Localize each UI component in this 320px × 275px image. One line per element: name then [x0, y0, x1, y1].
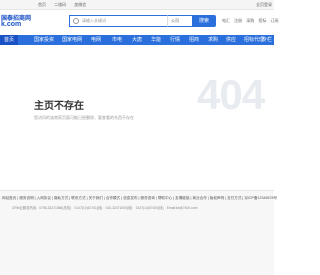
top-link-home[interactable]: 首页	[38, 2, 46, 7]
nav-item[interactable]: 市电	[112, 35, 122, 45]
nav-item[interactable]: 国家电网	[62, 35, 82, 45]
nav-item[interactable]: 专栏	[262, 35, 272, 45]
search-placeholder: 请输入关键词	[82, 18, 106, 23]
search-icon	[73, 18, 79, 24]
footer-link[interactable]: 友情链接	[175, 196, 189, 200]
footer-link[interactable]: 合作模式	[106, 196, 120, 200]
footer-info: CRM云服务热线：0755-32471866(总机) 0147(10)10741…	[12, 206, 198, 210]
quick-link[interactable]: 注册	[234, 18, 242, 23]
footer-link[interactable]: 商业合作	[192, 196, 206, 200]
footer-link[interactable]: 京ICP备12345678号	[244, 196, 277, 200]
footer-links: 网站首页 | 服务说明 | 入网协议 | 隐私方式 | 联系方式 | 关于我们 …	[2, 196, 277, 201]
footer-link[interactable]: 网站首页	[2, 196, 16, 200]
quick-link[interactable]: 订阅	[271, 18, 279, 23]
error-description: 您访问的该商家页面可能已经删除，要查看的东西不存在	[34, 115, 134, 120]
nav-item[interactable]: 行情	[170, 35, 180, 45]
footer-link[interactable]: 入网协议	[37, 196, 51, 200]
page-title: 主页不存在	[34, 101, 84, 112]
quick-links: 电汇 注册 采购 招标 订阅	[222, 18, 282, 24]
top-bar-left: 首页 二维码 加微信	[38, 0, 93, 9]
quick-link[interactable]: 采购	[246, 18, 254, 23]
search-input[interactable]: 请输入关键词	[69, 15, 167, 27]
nav-item[interactable]: 求购	[208, 35, 218, 45]
not-found-section: 404 主页不存在 您访问的该商家页面可能已经删除，要查看的东西不存在	[0, 48, 274, 183]
footer-link[interactable]: 服务咨询	[141, 196, 155, 200]
footer: 网站首页 | 服务说明 | 入网协议 | 隐私方式 | 联系方式 | 关于我们 …	[0, 190, 277, 275]
nav-item[interactable]: 电网	[91, 35, 101, 45]
search-category-select[interactable]: 公司	[167, 15, 193, 27]
footer-link[interactable]: 帮助中心	[158, 196, 172, 200]
logo-text-domain: k.com	[1, 21, 22, 28]
nav-item[interactable]: 供应	[226, 35, 236, 45]
footer-link[interactable]: 联系方式	[71, 196, 85, 200]
search-button[interactable]: 搜索	[192, 15, 216, 27]
top-link-qrcode[interactable]: 二维码	[54, 2, 66, 7]
top-bar-right: 全页登录	[256, 0, 272, 9]
site-logo[interactable]: 国泰招商网 k.com	[1, 13, 49, 31]
top-bar: 首页 二维码 加微信 全页登录	[0, 0, 274, 10]
nav-item[interactable]: 大唐	[132, 35, 142, 45]
error-code-watermark: 404	[197, 71, 265, 118]
main-nav: 首页 国家投资 国家电网 电网 市电 大唐 华能 行情 招商 求购 供应 招标代…	[0, 35, 274, 45]
quick-link[interactable]: 电汇	[222, 18, 230, 23]
footer-link[interactable]: 支付方式	[227, 196, 241, 200]
footer-link[interactable]: 关于我们	[89, 196, 103, 200]
nav-item[interactable]: 招标代理	[244, 35, 264, 45]
footer-link[interactable]: 服务说明	[19, 196, 33, 200]
footer-link[interactable]: 版权声明	[210, 196, 224, 200]
footer-link[interactable]: 隐私方式	[54, 196, 68, 200]
footer-link[interactable]: 信息发布	[123, 196, 137, 200]
quick-link[interactable]: 招标	[258, 18, 266, 23]
nav-item-home[interactable]: 首页	[0, 35, 19, 45]
search-bar: 请输入关键词 公司 搜索	[69, 15, 216, 27]
top-link-wechat[interactable]: 加微信	[74, 2, 86, 7]
nav-item[interactable]: 国家投资	[34, 35, 54, 45]
nav-item[interactable]: 华能	[151, 35, 161, 45]
top-link-login[interactable]: 全页登录	[256, 2, 272, 7]
nav-item[interactable]: 招商	[189, 35, 199, 45]
